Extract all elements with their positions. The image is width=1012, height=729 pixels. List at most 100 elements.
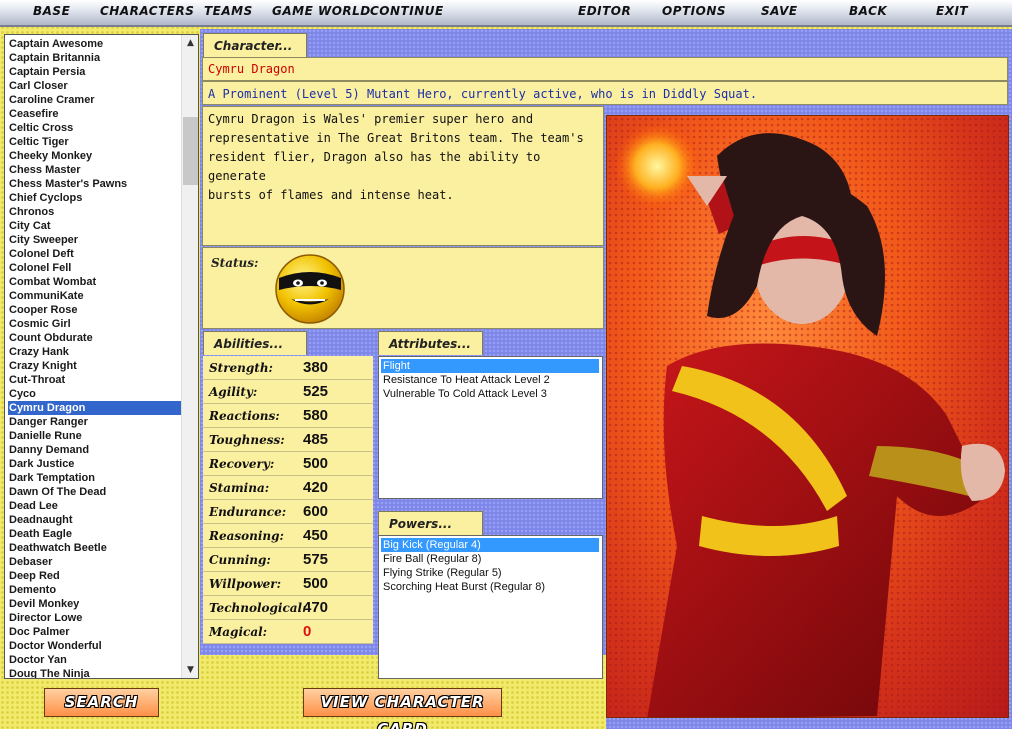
- ability-value: 500: [303, 455, 329, 472]
- ability-label: Recovery:: [209, 457, 275, 471]
- menu-game-world[interactable]: GAME WORLD: [272, 4, 371, 18]
- attributes-list-item[interactable]: Vulnerable To Cold Attack Level 3: [381, 387, 599, 401]
- ability-row: Reasoning: 450: [203, 524, 373, 548]
- menu-continue[interactable]: CONTINUE: [370, 4, 444, 18]
- tab-attributes[interactable]: Attributes...: [378, 331, 483, 355]
- attributes-list[interactable]: Flight Resistance To Heat Attack Level 2V…: [378, 356, 603, 499]
- character-list-item[interactable]: Death Eagle: [8, 527, 181, 541]
- character-list-item[interactable]: Deadnaught: [8, 513, 181, 527]
- character-name: Cymru Dragon: [202, 57, 1008, 81]
- character-list-item[interactable]: Chess Master: [8, 163, 181, 177]
- character-list-item[interactable]: Doctor Wonderful: [8, 639, 181, 653]
- menu-back[interactable]: BACK: [849, 4, 887, 18]
- character-list-item[interactable]: CommuniKate: [8, 289, 181, 303]
- character-list-item[interactable]: Chief Cyclops: [8, 191, 181, 205]
- ability-row: Stamina: 420: [203, 476, 373, 500]
- ability-row: Magical: 0: [203, 620, 373, 644]
- character-list-item[interactable]: Dead Lee: [8, 499, 181, 513]
- powers-list[interactable]: Big Kick (Regular 4) Fire Ball (Regular 8…: [378, 535, 603, 679]
- ability-label: Stamina:: [209, 481, 270, 495]
- character-list-item[interactable]: Devil Monkey: [8, 597, 181, 611]
- character-list-item[interactable]: Cut-Throat: [8, 373, 181, 387]
- character-list-item[interactable]: Dark Temptation: [8, 471, 181, 485]
- ability-value: 420: [303, 479, 329, 496]
- character-list-item[interactable]: Director Lowe: [8, 611, 181, 625]
- menu-editor[interactable]: EDITOR: [578, 4, 631, 18]
- character-list-item[interactable]: Doug The Ninja: [8, 667, 181, 678]
- character-list-item[interactable]: Crazy Knight: [8, 359, 181, 373]
- character-list-item[interactable]: Colonel Deft: [8, 247, 181, 261]
- menu-characters[interactable]: CHARACTERS: [100, 4, 194, 18]
- character-portrait: [606, 115, 1009, 718]
- character-list-item[interactable]: Count Obdurate: [8, 331, 181, 345]
- attributes-list-item[interactable]: Flight: [381, 359, 599, 373]
- character-list-item[interactable]: Deathwatch Beetle: [8, 541, 181, 555]
- tab-character[interactable]: Character...: [203, 33, 307, 57]
- menu-save[interactable]: SAVE: [761, 4, 798, 18]
- menu-exit[interactable]: EXIT: [936, 4, 968, 18]
- character-list-item[interactable]: Dark Justice: [8, 457, 181, 471]
- ability-value: 575: [303, 551, 329, 568]
- character-list-item[interactable]: Chronos: [8, 205, 181, 219]
- character-list-item[interactable]: Cheeky Monkey: [8, 149, 181, 163]
- character-list-item[interactable]: Colonel Fell: [8, 261, 181, 275]
- ability-label: Endurance:: [209, 505, 287, 519]
- character-list-item[interactable]: Cymru Dragon: [8, 401, 181, 415]
- character-list-item[interactable]: Captain Britannia: [8, 51, 181, 65]
- ability-value: 525: [303, 383, 329, 400]
- character-list-item[interactable]: Deep Red: [8, 569, 181, 583]
- character-list-item[interactable]: Doctor Yan: [8, 653, 181, 667]
- powers-list-item[interactable]: Flying Strike (Regular 5): [381, 566, 599, 580]
- ability-row: Technological: 470: [203, 596, 373, 620]
- character-list-item[interactable]: Captain Persia: [8, 65, 181, 79]
- search-button[interactable]: SEARCH: [44, 688, 159, 717]
- ability-value: 450: [303, 527, 329, 544]
- list-scrollbar[interactable]: ▲ ▼: [181, 35, 198, 678]
- character-list-item[interactable]: Celtic Cross: [8, 121, 181, 135]
- ability-label: Magical:: [209, 625, 268, 639]
- character-list-item[interactable]: City Sweeper: [8, 233, 181, 247]
- character-list-item[interactable]: Danger Ranger: [8, 415, 181, 429]
- attributes-list-item[interactable]: Resistance To Heat Attack Level 2: [381, 373, 599, 387]
- character-list-item[interactable]: Carl Closer: [8, 79, 181, 93]
- character-list-item[interactable]: Combat Wombat: [8, 275, 181, 289]
- view-character-card-button[interactable]: VIEW CHARACTER CARD: [303, 688, 502, 729]
- character-list[interactable]: Captain Awesome Captain Britannia Captain …: [4, 34, 199, 679]
- menu-base[interactable]: BASE: [33, 4, 70, 18]
- character-list-item[interactable]: Danielle Rune: [8, 429, 181, 443]
- character-list-item[interactable]: Captain Awesome: [8, 37, 181, 51]
- character-list-item[interactable]: City Cat: [8, 219, 181, 233]
- character-list-item[interactable]: Cosmic Girl: [8, 317, 181, 331]
- scrollbar-thumb[interactable]: [183, 117, 198, 185]
- character-list-item[interactable]: Chess Master's Pawns: [8, 177, 181, 191]
- powers-list-item[interactable]: Fire Ball (Regular 8): [381, 552, 599, 566]
- menu-options[interactable]: OPTIONS: [662, 4, 726, 18]
- character-list-item[interactable]: Demento: [8, 583, 181, 597]
- bio-line: resident flier, Dragon also has the abil…: [208, 150, 541, 183]
- menu-teams[interactable]: TEAMS: [204, 4, 253, 18]
- ability-value: 580: [303, 407, 329, 424]
- character-list-item[interactable]: Ceasefire: [8, 107, 181, 121]
- character-list-item[interactable]: Caroline Cramer: [8, 93, 181, 107]
- character-list-item[interactable]: Cyco: [8, 387, 181, 401]
- powers-list-item[interactable]: Big Kick (Regular 4): [381, 538, 599, 552]
- ability-value: 470: [303, 599, 329, 616]
- character-list-item[interactable]: Doc Palmer: [8, 625, 181, 639]
- ability-value: 380: [303, 359, 329, 376]
- character-list-item[interactable]: Crazy Hank: [8, 345, 181, 359]
- ability-row: Cunning: 575: [203, 548, 373, 572]
- bio-line: bursts of flames and intense heat.: [208, 188, 454, 202]
- ability-row: Strength: 380: [203, 356, 373, 380]
- powers-list-item[interactable]: Scorching Heat Burst (Regular 8): [381, 580, 599, 594]
- character-list-item[interactable]: Dawn Of The Dead: [8, 485, 181, 499]
- character-list-item[interactable]: Cooper Rose: [8, 303, 181, 317]
- chevron-down-icon[interactable]: ▼: [182, 662, 198, 678]
- chevron-up-icon[interactable]: ▲: [182, 35, 198, 51]
- bio-line: representative in The Great Britons team…: [208, 131, 584, 145]
- character-list-item[interactable]: Danny Demand: [8, 443, 181, 457]
- tab-abilities[interactable]: Abilities...: [203, 331, 307, 355]
- ability-row: Endurance: 600: [203, 500, 373, 524]
- character-list-item[interactable]: Celtic Tiger: [8, 135, 181, 149]
- tab-powers[interactable]: Powers...: [378, 511, 483, 535]
- character-list-item[interactable]: Debaser: [8, 555, 181, 569]
